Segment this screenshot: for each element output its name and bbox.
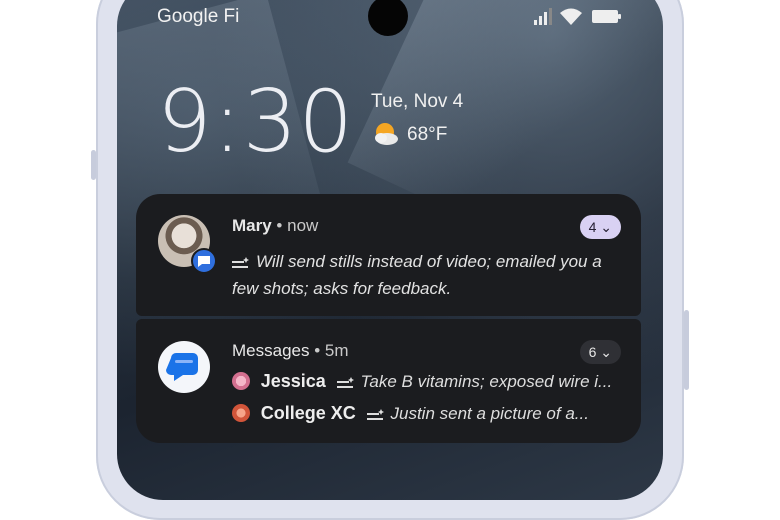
notification-messages[interactable]: Messages • 5m 6 ⌄ Jessica Take B vitamin… bbox=[136, 319, 641, 443]
conversation-summary: Take B vitamins; exposed wire i... bbox=[360, 372, 613, 391]
expand-button[interactable]: 4 ⌄ bbox=[579, 215, 621, 239]
power-button bbox=[91, 150, 96, 180]
separator: • bbox=[276, 216, 283, 235]
notification-count: 6 bbox=[588, 344, 597, 360]
avatar bbox=[158, 215, 217, 274]
summary-icon bbox=[336, 376, 354, 388]
lockscreen: Google Fi 9:30 Tue, Nov 4 68°F Mary • no… bbox=[117, 0, 663, 500]
status-bar: Google Fi bbox=[117, 0, 663, 40]
date-label: Tue, Nov 4 bbox=[371, 91, 464, 112]
notification-title: Messages • 5m bbox=[232, 341, 349, 361]
messages-app-icon bbox=[158, 341, 210, 393]
notification-summary: Will send stills instead of video; email… bbox=[232, 248, 627, 302]
notification-title: Mary • now bbox=[232, 216, 318, 236]
timestamp: now bbox=[287, 216, 319, 235]
separator: • bbox=[314, 341, 321, 360]
signal-icon bbox=[534, 8, 552, 25]
chevron-down-icon: ⌄ bbox=[600, 344, 612, 360]
conversation-summary: Justin sent a picture of a... bbox=[390, 404, 589, 423]
clock: 9:30 bbox=[157, 72, 355, 172]
sender-name: Mary bbox=[232, 216, 272, 235]
conversation-name: College XC bbox=[260, 403, 356, 423]
timestamp: 5m bbox=[324, 341, 349, 360]
messages-badge-icon bbox=[191, 248, 217, 274]
carrier-label: Google Fi bbox=[157, 6, 240, 27]
partly-sunny-icon bbox=[375, 123, 398, 145]
jessica-avatar bbox=[232, 372, 250, 390]
notification-count: 4 bbox=[588, 219, 597, 235]
conversation-name: Jessica bbox=[260, 371, 326, 391]
weather[interactable]: 68°F bbox=[371, 120, 447, 148]
summary-icon bbox=[232, 256, 249, 268]
expand-button[interactable]: 6 ⌄ bbox=[579, 340, 621, 364]
volume-button bbox=[684, 310, 689, 390]
summary-text: Will send stills instead of video; email… bbox=[232, 252, 602, 298]
conversation-row[interactable]: Jessica Take B vitamins; exposed wire i.… bbox=[232, 371, 627, 392]
status-icons bbox=[534, 8, 621, 25]
wifi-icon bbox=[560, 8, 582, 25]
camera-cutout bbox=[368, 0, 408, 36]
college-xc-avatar bbox=[232, 404, 250, 422]
temperature: 68°F bbox=[407, 124, 448, 145]
battery-icon bbox=[592, 10, 621, 23]
chevron-down-icon: ⌄ bbox=[600, 219, 612, 235]
notification-mary[interactable]: Mary • now 4 ⌄ Will send stills instead … bbox=[136, 194, 641, 316]
summary-icon bbox=[366, 408, 384, 420]
conversation-row[interactable]: College XC Justin sent a picture of a... bbox=[232, 403, 627, 424]
app-name: Messages bbox=[232, 341, 310, 360]
